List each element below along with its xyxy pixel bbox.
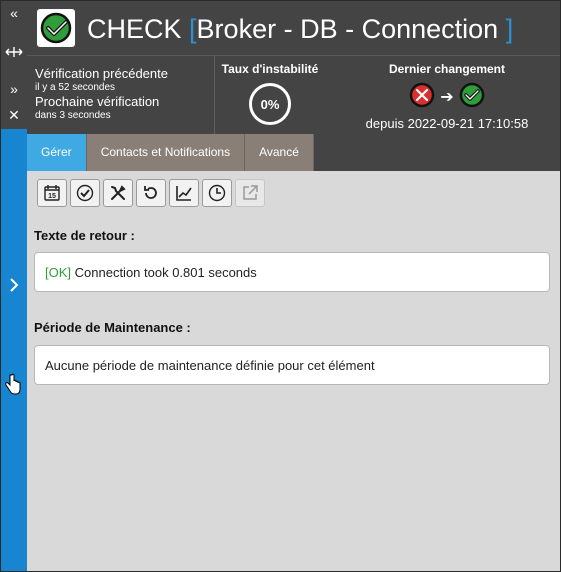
- return-text-title: Texte de retour :: [34, 228, 135, 243]
- title-row: CHECK [Broker - DB - Connection ]: [27, 1, 560, 56]
- tab-manage[interactable]: Gérer: [27, 134, 87, 171]
- side-panel-bar: « » ✕: [1, 1, 27, 571]
- close-icon[interactable]: ✕: [1, 107, 27, 123]
- page-title: CHECK [Broker - DB - Connection ]: [87, 13, 513, 45]
- last-change-since: depuis 2022-09-21 17:10:58: [365, 116, 529, 131]
- check-timing: Vérification précédente il y a 52 second…: [35, 66, 195, 122]
- ok-icon: [458, 81, 486, 114]
- ok-status-icon: [37, 9, 75, 47]
- tab-content: 15 Texte de retour : [OK] Connection too…: [27, 171, 560, 571]
- tab-advanced[interactable]: Avancé: [245, 134, 314, 171]
- return-text-message: Connection took 0.801 seconds: [74, 265, 257, 280]
- previous-check-value: il y a 52 secondes: [35, 82, 116, 93]
- hand-cursor-icon: [5, 373, 21, 397]
- collapse-all-icon[interactable]: «: [1, 5, 27, 21]
- check-detail-panel: « » ✕ CHECK [Broker - DB - Connection] …: [0, 0, 561, 572]
- chevron-right-icon[interactable]: [1, 277, 27, 297]
- tab-contacts-notifications[interactable]: Contacts et Notifications: [86, 134, 246, 171]
- last-change-block: Dernier changement ➔ depuis 2022-09-21 1…: [347, 62, 547, 131]
- history-icon[interactable]: [202, 179, 232, 207]
- external-link-icon[interactable]: [235, 179, 265, 207]
- error-icon: [408, 81, 436, 114]
- last-change-icons: ➔: [347, 82, 547, 112]
- status-badge: [OK]: [45, 265, 72, 280]
- next-check-label: Prochaine vérification: [35, 94, 160, 109]
- check-header: CHECK [Broker - DB - Connection ] Vérifi…: [27, 1, 560, 171]
- tab-bar: Gérer Contacts et Notifications Avancé: [27, 134, 314, 171]
- info-row: Vérification précédente il y a 52 second…: [27, 56, 560, 134]
- bracket-close: ]: [505, 14, 514, 44]
- check-name: Broker - DB - Connection: [196, 14, 499, 44]
- check-word: CHECK: [87, 14, 182, 44]
- last-change-label: Dernier changement: [388, 62, 506, 76]
- instability-block: Taux d'instabilité 0%: [215, 62, 325, 125]
- next-check-value: dans 3 secondes: [35, 110, 111, 121]
- action-toolbar: 15: [37, 179, 265, 207]
- return-text-box: [OK] Connection took 0.801 seconds: [34, 252, 550, 292]
- expand-icon[interactable]: »: [1, 81, 27, 97]
- previous-check-label: Vérification précédente: [35, 66, 168, 81]
- tools-icon[interactable]: [103, 179, 133, 207]
- recheck-icon[interactable]: [136, 179, 166, 207]
- maintenance-message: Aucune période de maintenance définie po…: [45, 358, 375, 373]
- calendar-icon[interactable]: 15: [37, 179, 67, 207]
- maintenance-title: Période de Maintenance :: [34, 320, 191, 335]
- graph-icon[interactable]: [169, 179, 199, 207]
- arrow-right-icon: ➔: [440, 89, 454, 106]
- maintenance-box: Aucune période de maintenance définie po…: [34, 345, 550, 385]
- acknowledge-icon[interactable]: [70, 179, 100, 207]
- instability-label: Taux d'instabilité: [221, 62, 319, 76]
- svg-text:15: 15: [48, 193, 56, 200]
- instability-gauge: 0%: [249, 83, 291, 125]
- side-panel-controls: « » ✕: [1, 1, 27, 129]
- bracket-open: [: [189, 14, 197, 44]
- resize-horizontal-icon[interactable]: [1, 45, 27, 61]
